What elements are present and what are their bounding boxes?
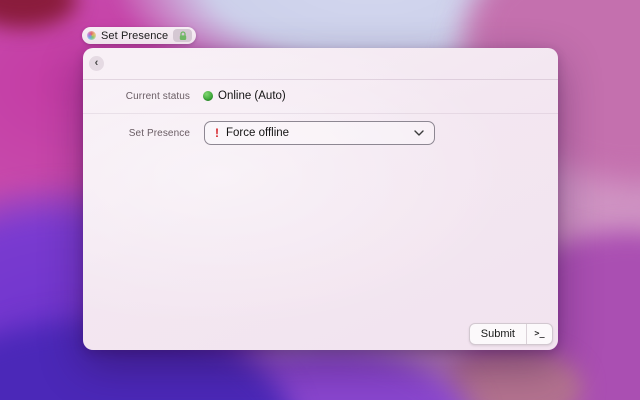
set-presence-window: ‹ Current status Online (Auto) Set Prese…	[83, 48, 558, 350]
set-presence-label: Set Presence	[128, 127, 190, 139]
presence-selected-option: Force offline	[226, 127, 290, 139]
current-status-label: Current status	[125, 90, 190, 102]
presence-select[interactable]: ! Force offline	[204, 121, 435, 145]
submit-button[interactable]: Submit	[470, 324, 527, 344]
window-titlebar: ‹	[83, 48, 558, 80]
chevron-left-icon: ‹	[94, 56, 99, 69]
alert-icon: !	[215, 126, 219, 140]
submit-button-group: Submit >_	[468, 323, 553, 345]
status-dot-icon	[203, 91, 213, 101]
desktop: Set Presence ‹ Current status Online (Au…	[0, 0, 640, 400]
window-tab-set-presence[interactable]: Set Presence	[82, 27, 197, 44]
lock-badge	[173, 29, 193, 42]
pinwheel-icon	[87, 31, 96, 40]
lock-icon	[179, 30, 186, 40]
terminal-prompt-icon: >_	[534, 329, 545, 339]
back-button[interactable]: ‹	[89, 56, 104, 71]
tab-title: Set Presence	[101, 29, 169, 42]
current-status-row: Current status Online (Auto)	[83, 79, 558, 114]
current-status-value: Online (Auto)	[218, 90, 286, 102]
set-presence-row: Set Presence ! Force offline	[83, 113, 558, 153]
chevron-down-icon	[414, 130, 424, 136]
terminal-prompt-button[interactable]: >_	[527, 324, 552, 344]
